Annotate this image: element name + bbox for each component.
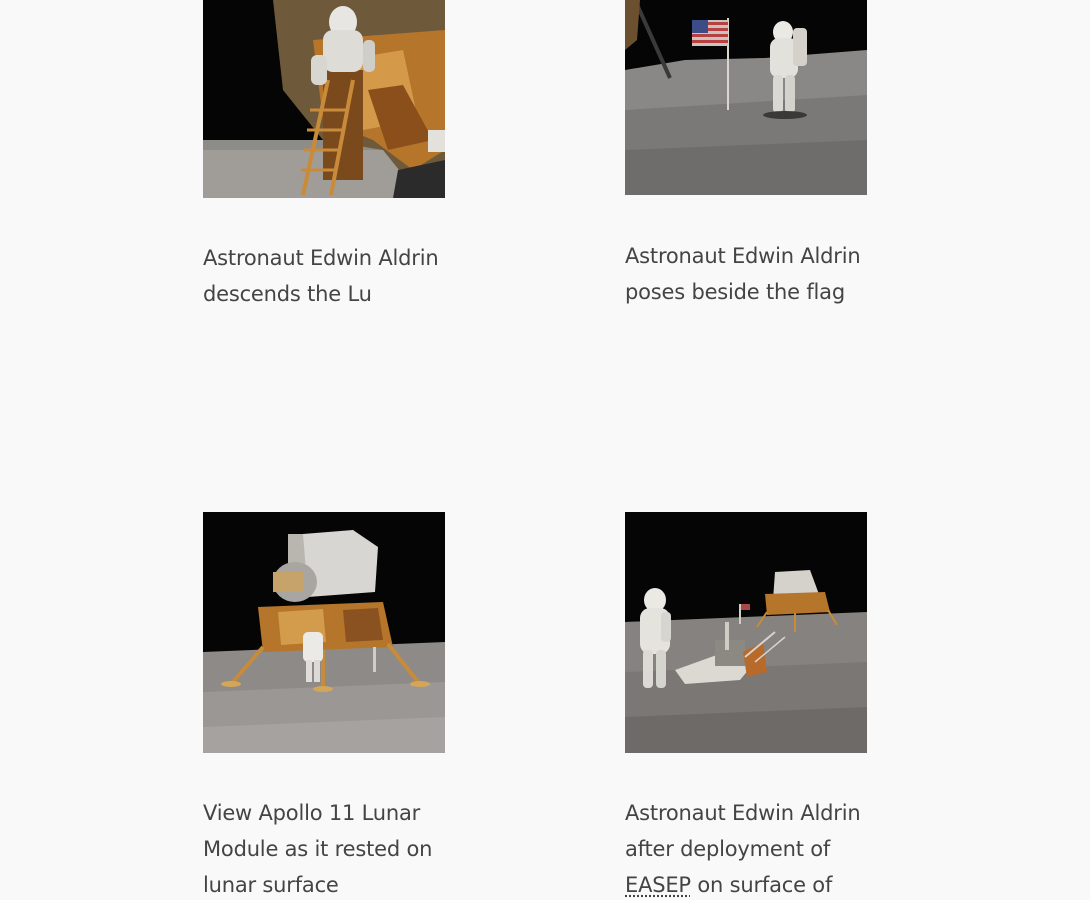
gallery-thumbnail-link[interactable]	[203, 0, 445, 198]
gallery-thumbnail-link[interactable]	[203, 512, 445, 753]
easep-deployment-photo-icon	[625, 512, 867, 753]
gallery-caption-text: on surface of	[697, 873, 833, 897]
gallery-caption-text: Astronaut Edwin Aldrin after deployment …	[625, 801, 861, 861]
gallery-caption: Astronaut Edwin Aldrin after deployment …	[625, 795, 885, 900]
gallery-caption: Astronaut Edwin Aldrin descends the Lu	[203, 246, 439, 306]
gallery-caption: View Apollo 11 Lunar Module as it rested…	[203, 801, 433, 897]
gallery-thumbnail-link[interactable]	[625, 0, 867, 195]
astronaut-flag-photo-icon	[625, 0, 867, 195]
gallery-caption: Astronaut Edwin Aldrin poses beside the …	[625, 244, 861, 304]
gallery-thumbnail-link[interactable]	[625, 512, 867, 753]
lunar-module-ladder-photo-icon	[203, 0, 445, 198]
lunar-module-surface-photo-icon	[203, 512, 445, 753]
easep-abbreviation[interactable]: EASEP	[625, 873, 691, 897]
